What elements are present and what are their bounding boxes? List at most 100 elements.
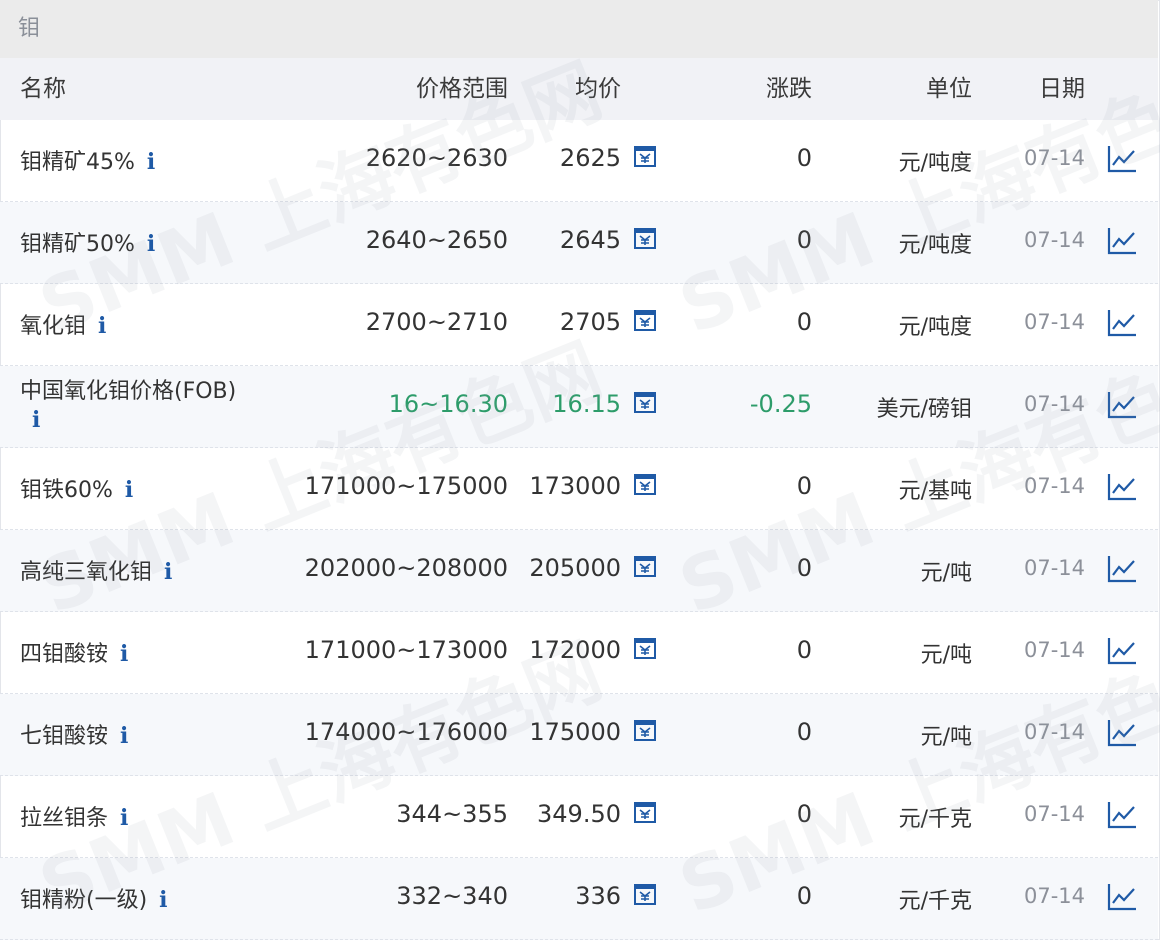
info-icon[interactable]: i — [147, 231, 155, 257]
average-price: 2705 — [559, 308, 621, 336]
info-icon[interactable]: i — [32, 407, 40, 433]
product-name[interactable]: 中国氧化钼价格(FOB) i — [20, 378, 270, 435]
product-name[interactable]: 四钼酸铵 i — [20, 636, 128, 668]
info-icon[interactable]: i — [120, 641, 128, 667]
product-name[interactable]: 拉丝钼条 i — [20, 800, 128, 832]
product-name[interactable]: 氧化钼 i — [20, 308, 106, 340]
price-range: 171000~175000 — [304, 472, 508, 500]
price-date: 07-14 — [1023, 720, 1085, 744]
info-icon[interactable]: i — [164, 559, 172, 585]
price-unit: 元/吨 — [920, 725, 972, 750]
calendar-icon[interactable] — [633, 144, 657, 168]
table-row[interactable]: 钼铁60% i 171000~175000 173000 0 元/基吨 07-14 — [0, 448, 1158, 530]
product-name-text: 拉丝钼条 — [20, 806, 109, 831]
price-change: 0 — [796, 144, 812, 172]
product-name-text: 四钼酸铵 — [20, 642, 109, 667]
price-range: 16~16.30 — [388, 390, 508, 418]
table-row[interactable]: 拉丝钼条 i 344~355 349.50 0 元/千克 07-14 — [0, 776, 1158, 858]
trend-chart-icon[interactable] — [1106, 144, 1138, 174]
table-row[interactable]: 中国氧化钼价格(FOB) i 16~16.30 16.15 -0.25 美元/磅钼 07-1… — [0, 366, 1158, 448]
product-name[interactable]: 七钼酸铵 i — [20, 718, 128, 750]
trend-chart-icon[interactable] — [1106, 636, 1138, 666]
product-name[interactable]: 钼精矿45% i — [20, 144, 155, 176]
price-change: -0.25 — [749, 390, 812, 418]
info-icon[interactable]: i — [159, 887, 167, 913]
price-change: 0 — [796, 472, 812, 500]
table-row[interactable]: 氧化钼 i 2700~2710 2705 0 元/吨度 07-14 — [0, 284, 1158, 366]
price-date: 07-14 — [1023, 802, 1085, 826]
table-row[interactable]: 钼精矿50% i 2640~2650 2645 0 元/吨度 07-14 — [0, 202, 1158, 284]
table-row[interactable]: 钼精矿45% i 2620~2630 2625 0 元/吨度 07-14 — [0, 120, 1158, 202]
price-range: 174000~176000 — [304, 718, 508, 746]
price-date: 07-14 — [1023, 556, 1085, 580]
product-name-text: 钼精粉(一级) — [20, 888, 148, 913]
info-icon[interactable]: i — [120, 723, 128, 749]
price-unit: 元/吨 — [920, 561, 972, 586]
trend-chart-icon[interactable] — [1106, 554, 1138, 584]
column-header-name: 名称 — [20, 76, 66, 102]
average-price: 336 — [575, 882, 621, 910]
price-date: 07-14 — [1023, 228, 1085, 252]
product-name-text: 高纯三氧化钼 — [20, 560, 153, 585]
info-icon[interactable]: i — [125, 477, 133, 503]
price-date: 07-14 — [1023, 474, 1085, 498]
info-icon[interactable]: i — [120, 805, 128, 831]
trend-chart-icon[interactable] — [1106, 390, 1138, 420]
average-price: 175000 — [529, 718, 621, 746]
column-header-date: 日期 — [1039, 76, 1085, 102]
price-range: 171000~173000 — [304, 636, 508, 664]
product-name[interactable]: 钼精矿50% i — [20, 226, 155, 258]
price-unit: 元/千克 — [898, 807, 972, 832]
price-date: 07-14 — [1023, 146, 1085, 170]
average-price: 2645 — [559, 226, 621, 254]
table-row[interactable]: 高纯三氧化钼 i 202000~208000 205000 0 元/吨 07-14 — [0, 530, 1158, 612]
price-date: 07-14 — [1023, 392, 1085, 416]
price-range: 344~355 — [396, 800, 508, 828]
price-unit: 元/基吨 — [898, 479, 972, 504]
table-row[interactable]: 七钼酸铵 i 174000~176000 175000 0 元/吨 07-14 — [0, 694, 1158, 776]
trend-chart-icon[interactable] — [1106, 800, 1138, 830]
calendar-icon[interactable] — [633, 472, 657, 496]
column-header-avg: 均价 — [575, 76, 621, 102]
table-header: 名称 价格范围 均价 涨跌 单位 日期 — [0, 58, 1158, 120]
column-header-change: 涨跌 — [766, 76, 812, 102]
table-row[interactable]: 四钼酸铵 i 171000~173000 172000 0 元/吨 07-14 — [0, 612, 1158, 694]
price-unit: 元/千克 — [898, 889, 972, 914]
calendar-icon[interactable] — [633, 390, 657, 414]
calendar-icon[interactable] — [633, 718, 657, 742]
price-change: 0 — [796, 882, 812, 910]
trend-chart-icon[interactable] — [1106, 882, 1138, 912]
trend-chart-icon[interactable] — [1106, 472, 1138, 502]
price-unit: 元/吨度 — [898, 233, 972, 258]
price-range: 202000~208000 — [304, 554, 508, 582]
column-header-unit: 单位 — [926, 76, 972, 102]
info-icon[interactable]: i — [147, 149, 155, 175]
product-name[interactable]: 高纯三氧化钼 i — [20, 554, 172, 586]
price-date: 07-14 — [1023, 638, 1085, 662]
product-name[interactable]: 钼精粉(一级) i — [20, 882, 168, 914]
trend-chart-icon[interactable] — [1106, 226, 1138, 256]
product-name-text: 钼精矿45% — [20, 150, 135, 175]
price-change: 0 — [796, 226, 812, 254]
price-range: 2620~2630 — [365, 144, 508, 172]
price-range: 332~340 — [396, 882, 508, 910]
calendar-icon[interactable] — [633, 308, 657, 332]
trend-chart-icon[interactable] — [1106, 718, 1138, 748]
calendar-icon[interactable] — [633, 554, 657, 578]
table-row[interactable]: 钼精粉(一级) i 332~340 336 0 元/千克 07-14 — [0, 858, 1158, 940]
price-change: 0 — [796, 718, 812, 746]
price-change: 0 — [796, 308, 812, 336]
calendar-icon[interactable] — [633, 636, 657, 660]
product-name-text: 七钼酸铵 — [20, 724, 109, 749]
average-price: 205000 — [529, 554, 621, 582]
price-unit: 元/吨 — [920, 643, 972, 668]
average-price: 2625 — [559, 144, 621, 172]
calendar-icon[interactable] — [633, 882, 657, 906]
panel-title: 钼 — [0, 0, 1158, 58]
trend-chart-icon[interactable] — [1106, 308, 1138, 338]
column-header-range: 价格范围 — [416, 76, 508, 102]
calendar-icon[interactable] — [633, 226, 657, 250]
product-name[interactable]: 钼铁60% i — [20, 472, 133, 504]
calendar-icon[interactable] — [633, 800, 657, 824]
info-icon[interactable]: i — [98, 313, 106, 339]
